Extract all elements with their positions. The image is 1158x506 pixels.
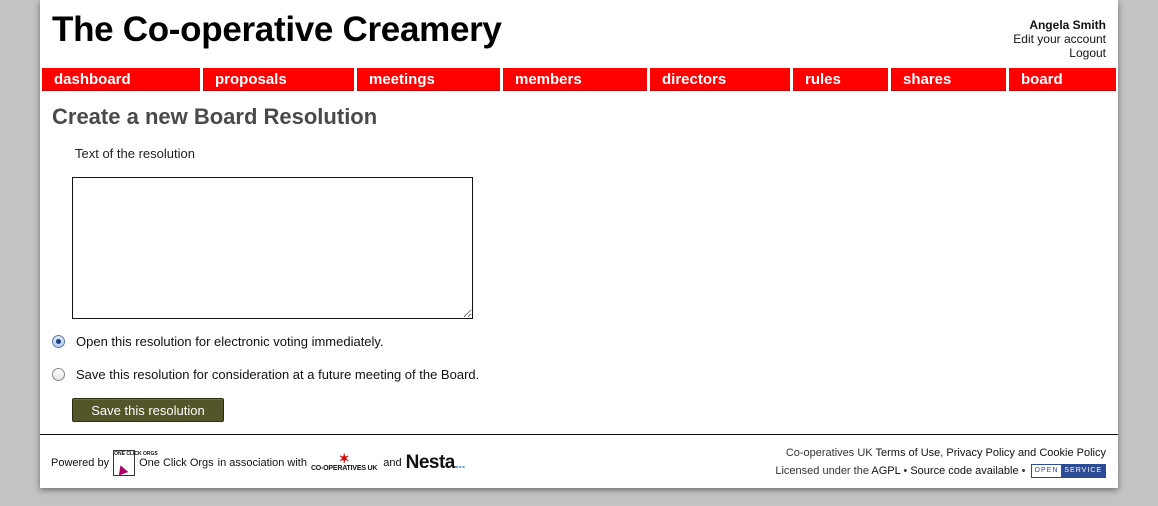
nav-directors[interactable]: directors	[650, 68, 790, 91]
nav-shares[interactable]: shares	[891, 68, 1006, 91]
page-container: The Co-operative Creamery Angela Smith E…	[40, 0, 1118, 488]
nav-meetings[interactable]: meetings	[357, 68, 500, 91]
nesta-logo[interactable]: Nesta...	[406, 452, 466, 474]
option-vote-immediately-label: Open this resolution for electronic voti…	[76, 334, 384, 349]
nav-rules[interactable]: rules	[793, 68, 888, 91]
option-vote-immediately[interactable]: Open this resolution for electronic voti…	[52, 334, 384, 349]
account-panel: Angela Smith Edit your account Logout	[1013, 18, 1106, 60]
page-heading: Create a new Board Resolution	[52, 104, 378, 129]
association-text: in association with	[217, 457, 307, 469]
footer-divider	[40, 434, 1118, 435]
site-title: The Co-operative Creamery	[52, 10, 502, 49]
coops-star-icon: ✶	[338, 451, 350, 466]
privacy-link[interactable]: Privacy Policy and Cookie Policy	[946, 447, 1106, 459]
edit-account-link[interactable]: Edit your account	[1013, 32, 1106, 46]
footer-legal: Co-operatives UK Terms of Use, Privacy P…	[775, 444, 1106, 480]
nav-board[interactable]: board	[1009, 68, 1116, 91]
nesta-dots: ...	[454, 455, 466, 471]
cooperatives-uk-logo[interactable]: ✶ CO-OPERATIVES UK	[311, 451, 377, 473]
nav-proposals[interactable]: proposals	[203, 68, 354, 91]
option-future-meeting-label: Save this resolution for consideration a…	[76, 367, 480, 382]
user-name: Angela Smith	[1029, 18, 1106, 32]
powered-by-text: Powered by	[51, 457, 110, 469]
nav-members[interactable]: members	[503, 68, 647, 91]
footer-legal-line-1: Co-operatives UK Terms of Use, Privacy P…	[785, 447, 1106, 459]
radio-future-meeting[interactable]	[52, 368, 65, 381]
logout-link[interactable]: Logout	[1013, 46, 1106, 60]
agpl-link[interactable]: AGPL	[871, 465, 900, 477]
terms-link[interactable]: Terms of Use	[876, 447, 941, 459]
cursor-icon	[115, 463, 129, 476]
radio-vote-immediately[interactable]	[52, 335, 65, 348]
option-future-meeting[interactable]: Save this resolution for consideration a…	[52, 367, 479, 382]
main-nav: dashboard proposals meetings members dir…	[42, 68, 1116, 91]
resolution-text-label: Text of the resolution	[75, 146, 195, 161]
footer-legal-line-2: Licensed under the AGPL • Source code av…	[775, 462, 1106, 480]
source-code-link[interactable]: Source code available	[910, 465, 1018, 477]
save-resolution-button[interactable]: Save this resolution	[72, 398, 224, 422]
open-service-badge[interactable]: OPEN SERVICE	[1030, 464, 1106, 479]
one-click-orgs-link[interactable]: One Click Orgs	[139, 457, 214, 469]
nav-dashboard[interactable]: dashboard	[42, 68, 200, 91]
licensed-text: Licensed under the	[775, 465, 869, 477]
and-text: and	[383, 457, 402, 469]
one-click-orgs-logo[interactable]: ONE CLICK ORGS	[113, 450, 158, 476]
coops-prefix: Co-operatives UK	[785, 447, 873, 459]
footer-credits: Powered by ONE CLICK ORGS One Click Orgs…	[51, 450, 466, 476]
resolution-text-input[interactable]	[72, 177, 473, 319]
